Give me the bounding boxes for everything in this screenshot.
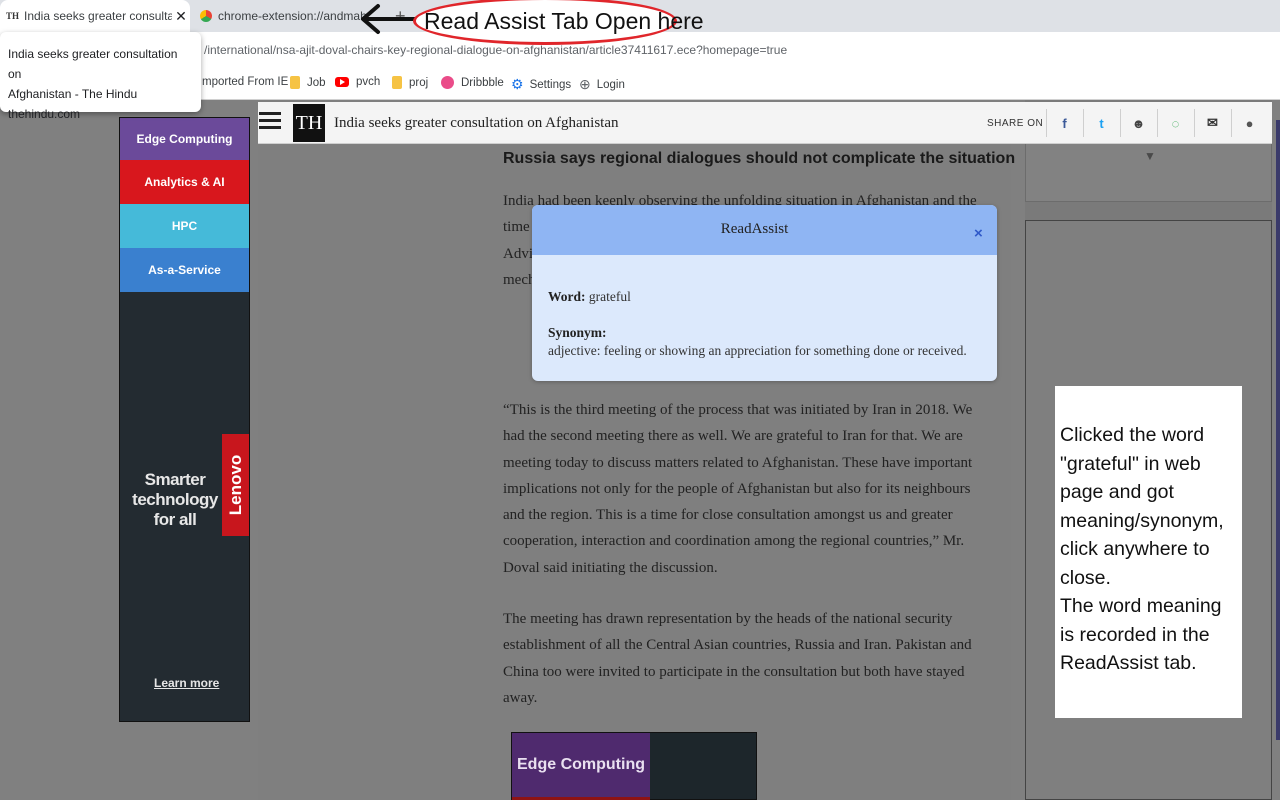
synonym-label: Synonym: — [548, 325, 607, 340]
folder-icon — [290, 76, 300, 89]
facebook-icon[interactable]: f — [1046, 109, 1082, 137]
tab-thehindu[interactable]: TH India seeks greater consultation on ✕ — [0, 0, 190, 32]
tab-extension[interactable]: chrome-extension://andmahekc — [192, 0, 367, 32]
twitter-icon[interactable]: t — [1083, 109, 1119, 137]
bookmark-proj[interactable]: proj — [392, 76, 428, 89]
thehindu-favicon-icon: TH — [6, 11, 20, 21]
gear-icon: ⚙ — [511, 76, 524, 92]
chevron-down-icon[interactable]: ▼ — [1144, 149, 1156, 163]
word-value: grateful — [588, 289, 631, 304]
readassist-popup[interactable]: ReadAssist × Word: grateful Synonym: adj… — [532, 205, 997, 381]
popup-title: ReadAssist — [720, 221, 789, 237]
dribbble-icon — [441, 76, 454, 89]
annotation-note: Clicked the word "grateful" in web page … — [1055, 386, 1242, 718]
reddit-icon[interactable]: ☻ — [1120, 109, 1156, 137]
definition-text: adjective: feeling or showing an appreci… — [548, 343, 967, 358]
folder-icon — [392, 76, 402, 89]
bookmark-job[interactable]: Job — [290, 76, 326, 89]
share-on-label: SHARE ON — [987, 118, 1044, 129]
header-headline: India seeks greater consultation on Afgh… — [334, 115, 619, 131]
annotation-note-text: Clicked the word "grateful" in web page … — [1060, 424, 1224, 674]
close-tab-icon[interactable]: ✕ — [172, 8, 190, 25]
inline-ad[interactable]: Edge Computing — [511, 732, 757, 800]
ad-category-analytics[interactable]: Analytics & AI — [120, 160, 249, 204]
hover-card-domain: thehindu.com — [8, 107, 81, 121]
annotation-callout: Read Assist Tab Open here — [424, 8, 704, 34]
site-header: TH India seeks greater consultation on A… — [258, 102, 1272, 144]
article-paragraph: The meeting has drawn representation by … — [503, 611, 972, 706]
site-logo[interactable]: TH — [293, 104, 325, 142]
tab-hover-card: India seeks greater consultation on Afgh… — [0, 32, 201, 121]
article-subheading: Russia says regional dialogues should no… — [503, 150, 1016, 167]
url-text[interactable]: /international/nsa-ajit-doval-chairs-key… — [204, 43, 787, 57]
close-icon[interactable]: × — [974, 225, 983, 242]
globe-icon: ⊕ — [579, 76, 591, 92]
bookmark-settings[interactable]: ⚙ Settings — [511, 76, 571, 93]
extension-favicon-icon — [200, 10, 212, 22]
tab-title: India seeks greater consultation on — [24, 9, 172, 23]
hover-card-title-2: Afghanistan - The Hindu — [8, 87, 138, 101]
ad-slogan: Smarter technology for all — [132, 470, 218, 529]
comment-icon[interactable]: ● — [1231, 109, 1267, 137]
whatsapp-icon[interactable]: ◌ — [1157, 109, 1193, 137]
bookmark-pvch[interactable]: pvch — [335, 76, 380, 88]
hamburger-menu-icon[interactable] — [259, 112, 281, 130]
annotation-arrow-icon — [361, 4, 418, 34]
bookmark-dribbble[interactable]: Dribbble — [441, 76, 504, 89]
tab-title: chrome-extension://andmahekc — [218, 9, 367, 23]
left-ad-banner[interactable]: Edge Computing Analytics & AI HPC As-a-S… — [119, 117, 250, 722]
ad-category-edge[interactable]: Edge Computing — [120, 118, 249, 160]
inline-ad-category[interactable]: Edge Computing — [512, 733, 650, 797]
ad-category-hpc[interactable]: HPC — [120, 204, 249, 248]
article-paragraph: “This is the third meeting of the proces… — [503, 402, 973, 576]
learn-more-link[interactable]: Learn more — [154, 676, 219, 690]
word-label: Word: — [548, 289, 586, 304]
email-icon[interactable]: ✉ — [1194, 109, 1230, 137]
right-rail-widget: ▼ — [1025, 140, 1272, 202]
bookmark-imported-ie[interactable]: mported From IE — [202, 76, 288, 88]
lenovo-logo: Lenovo — [222, 434, 249, 536]
bookmark-login[interactable]: ⊕ Login — [579, 76, 625, 93]
page-edge — [1276, 120, 1280, 740]
hover-card-title-1: India seeks greater consultation on — [8, 47, 178, 81]
popup-word-row: Word: grateful — [548, 289, 631, 305]
ad-category-service[interactable]: As-a-Service — [120, 248, 249, 292]
youtube-icon — [335, 77, 349, 87]
